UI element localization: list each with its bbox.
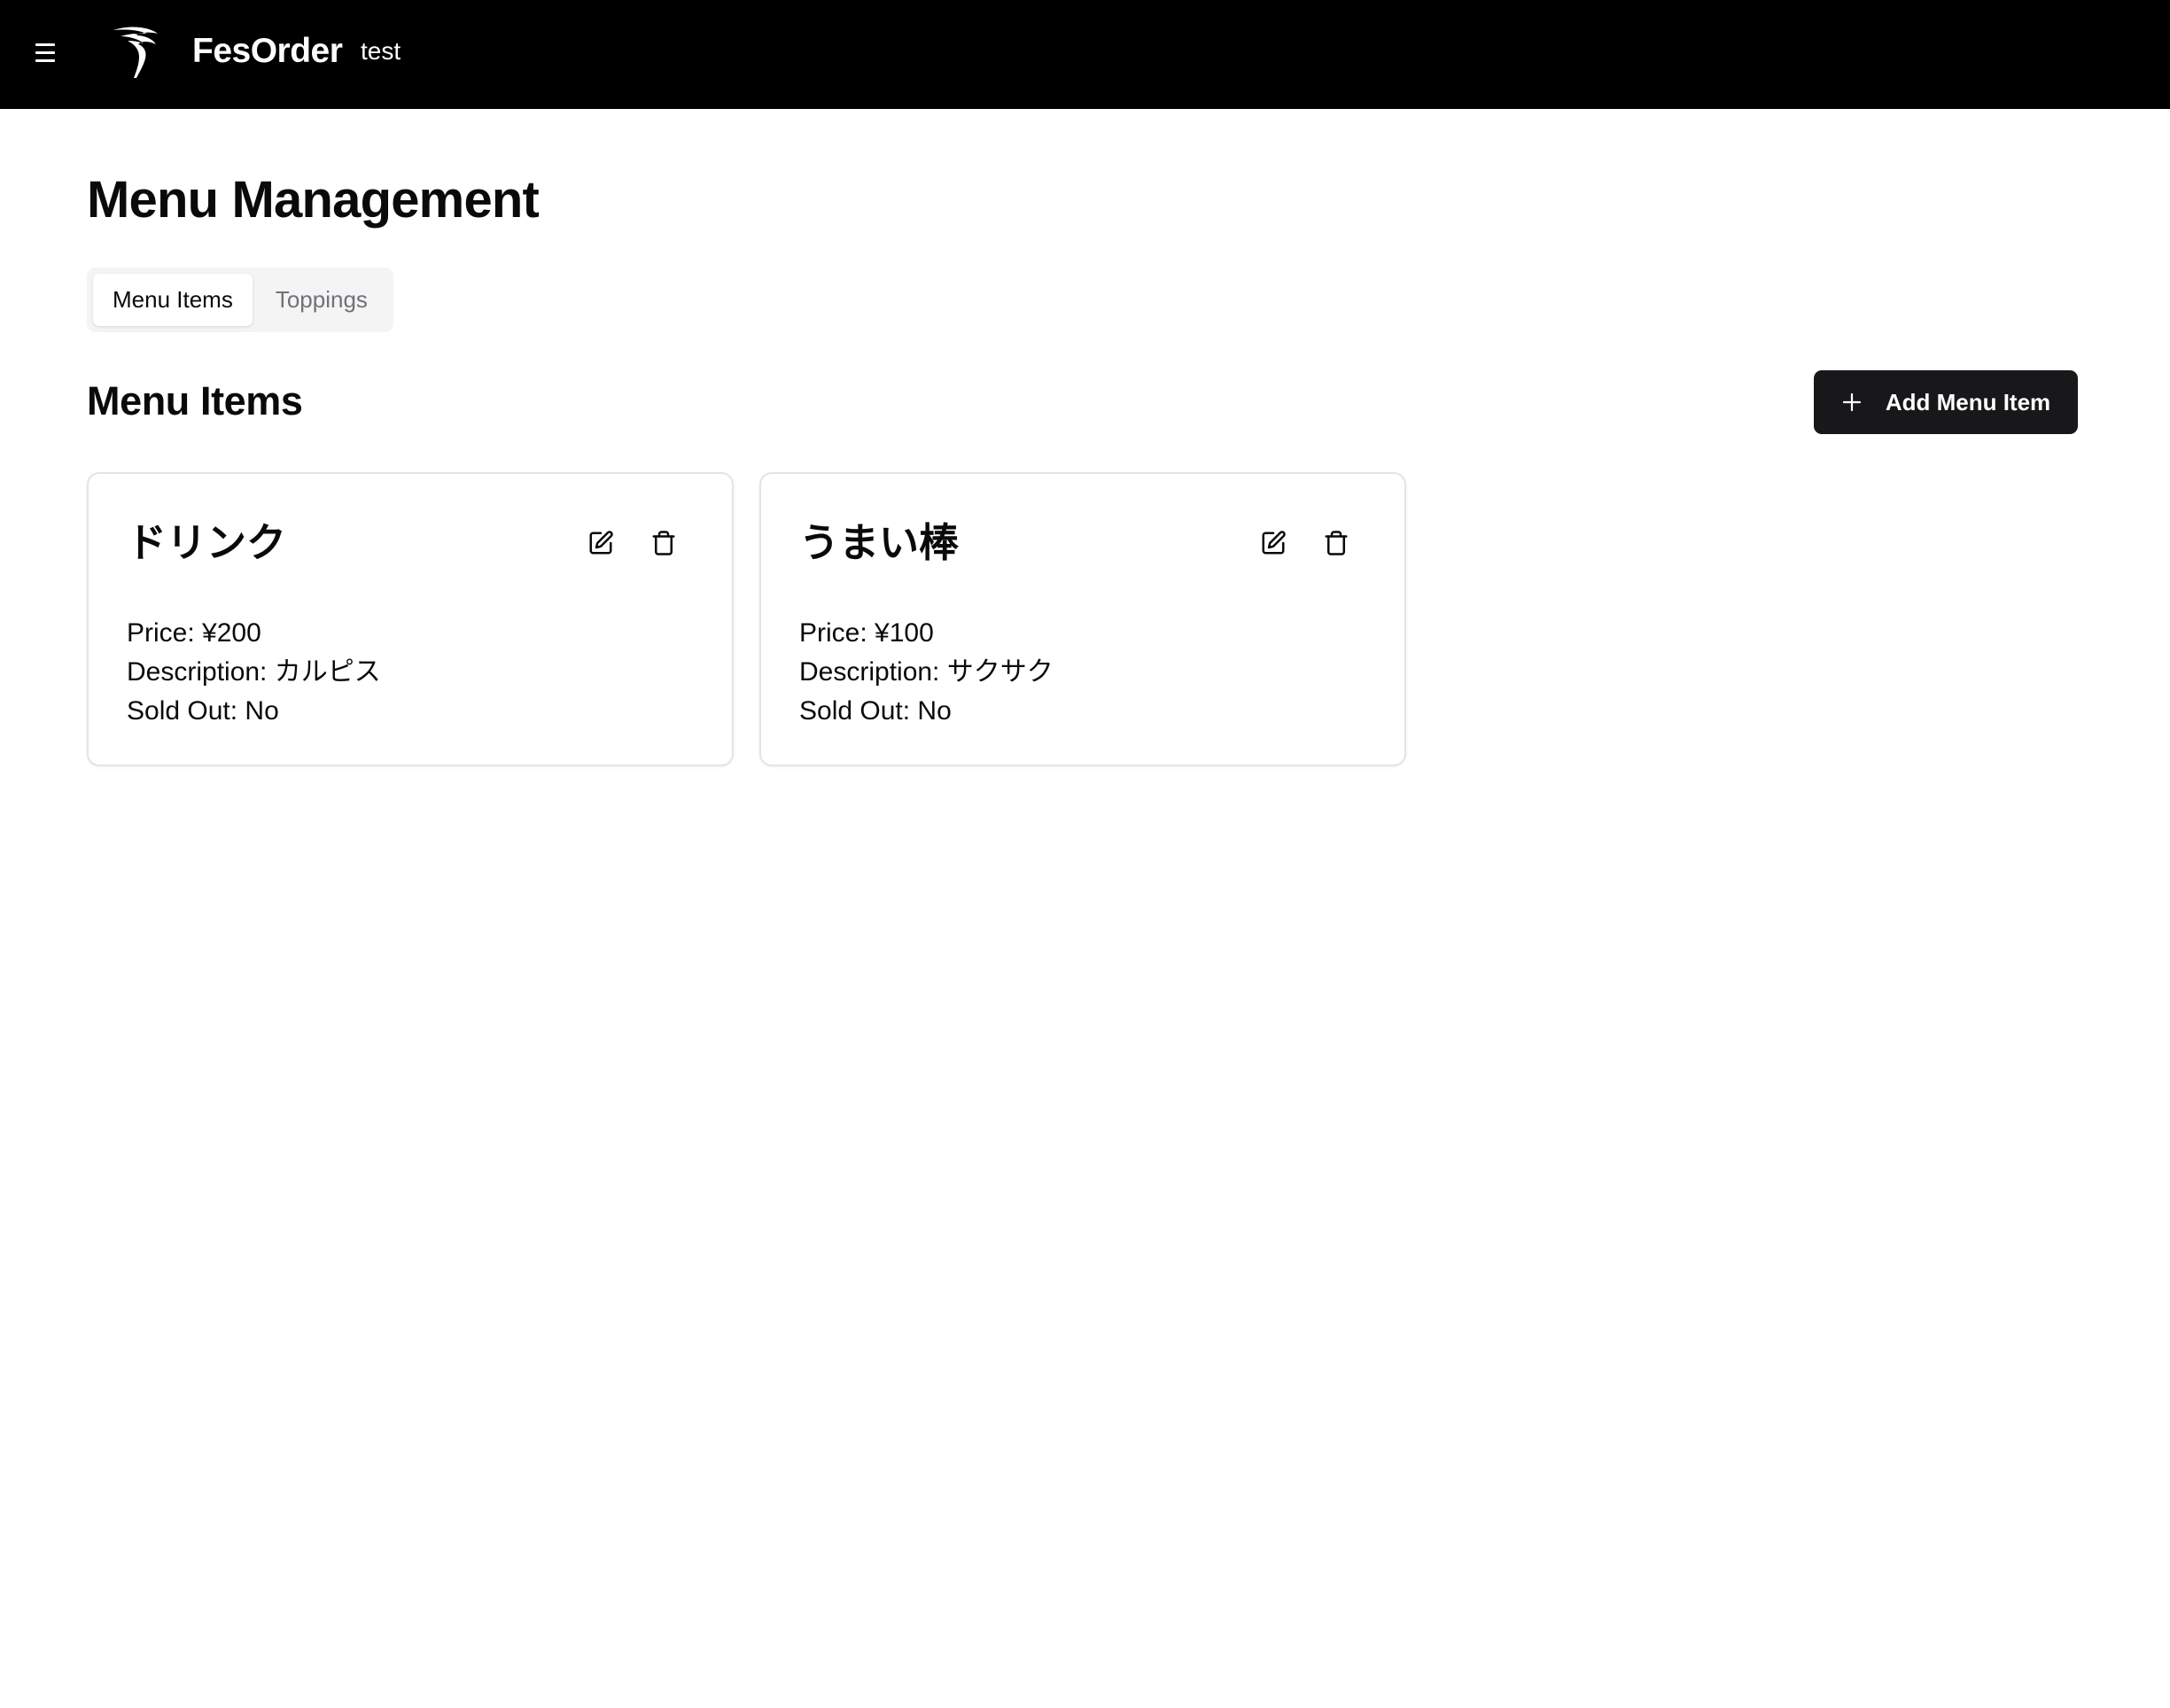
menu-item-details: Price: ¥200 Description: カルピス Sold Out: … [127,614,381,731]
add-menu-item-button[interactable]: Add Menu Item [1814,370,2078,434]
description-row: Description: サクサク [799,653,1054,692]
price-value: ¥200 [202,618,261,648]
price-value: ¥100 [875,618,934,648]
menu-item-card: うまい棒 Price: ¥100 Description: サクサク Sold … [759,472,1406,766]
sold-out-label: Sold Out: [127,696,238,726]
edit-icon[interactable] [581,524,620,563]
description-value: サクサク [946,657,1054,687]
app-brand-name[interactable]: FesOrder [192,27,343,76]
hamburger-bar [35,43,55,46]
top-navigation-bar: FesOrder test [0,0,2170,109]
tab-menu-items[interactable]: Menu Items [93,274,253,326]
hamburger-bar [35,50,55,54]
trash-icon[interactable] [1317,524,1356,563]
sold-out-value: No [917,696,952,726]
menu-item-name: うまい棒 [799,520,960,565]
section-title: Menu Items [87,378,303,423]
plus-icon [1842,392,1861,412]
description-row: Description: カルピス [127,653,381,692]
sold-out-value: No [245,696,279,726]
sold-out-label: Sold Out: [799,696,911,726]
menu-item-name: ドリンク [127,520,287,565]
trash-icon[interactable] [644,524,683,563]
description-label: Description: [127,657,268,687]
edit-icon[interactable] [1254,524,1293,563]
price-label: Price: [127,618,195,648]
hamburger-bar [35,58,55,62]
hamburger-menu-icon[interactable] [27,34,64,71]
price-row: Price: ¥200 [127,614,381,653]
tab-list: Menu Items Toppings [87,268,393,332]
description-label: Description: [799,657,940,687]
description-value: カルピス [274,657,381,687]
app-logo-icon [113,27,158,78]
menu-item-details: Price: ¥100 Description: サクサク Sold Out: … [799,614,1054,731]
menu-item-card: ドリンク Price: ¥200 Description: カルピス Sold … [87,472,734,766]
price-row: Price: ¥100 [799,614,1054,653]
organization-name: test [361,37,401,65]
tab-toppings[interactable]: Toppings [256,274,387,326]
price-label: Price: [799,618,867,648]
sold-out-row: Sold Out: No [799,692,1054,731]
add-menu-item-label: Add Menu Item [1885,388,2051,415]
sold-out-row: Sold Out: No [127,692,381,731]
page-title: Menu Management [87,171,540,229]
